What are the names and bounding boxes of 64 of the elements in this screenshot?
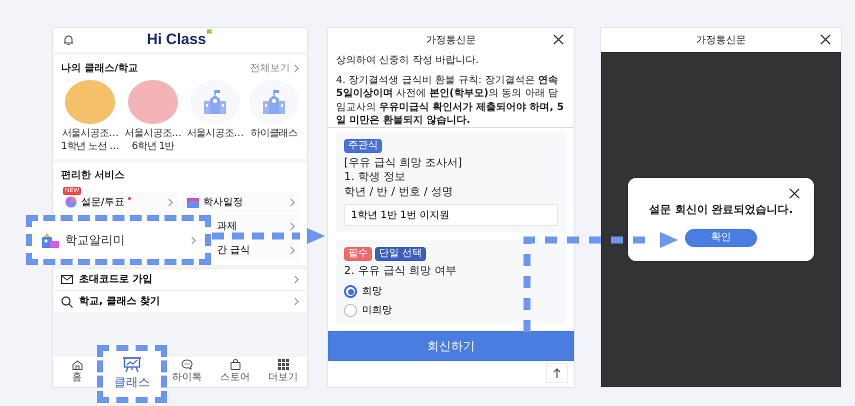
section-title: 편리한 서비스 xyxy=(61,169,126,183)
menu-row[interactable]: 학교, 클래스 찾기 xyxy=(53,290,307,312)
chevron-icon xyxy=(168,198,173,206)
shopping-bag-icon xyxy=(230,359,240,370)
option-label: 미희망 xyxy=(362,304,392,318)
service-item[interactable]: 학사일정 xyxy=(183,191,299,213)
tab-bar-item[interactable]: 스토어 xyxy=(211,357,259,387)
chat-bubble-icon xyxy=(181,359,193,370)
illustration-placeholder xyxy=(128,80,178,124)
chevron-icon xyxy=(290,222,295,230)
tab-bar-item[interactable]: 더보기 xyxy=(259,357,307,387)
school-building-icon xyxy=(260,89,287,115)
class-name[interactable]: 하이클래스 xyxy=(250,128,298,140)
class-name[interactable]: 1학년 노선 … xyxy=(61,140,119,153)
chevron-icon xyxy=(290,246,295,254)
service-item[interactable]: 간 급식 xyxy=(213,239,299,261)
chevron-icon xyxy=(294,275,299,284)
radio-button[interactable] xyxy=(344,285,357,298)
notice-text: 4. 장기결석생 급식비 환불 규칙: 장기결석은 연속 5일이상이며 사전에 본인(학부모)의 동의 아래 담임교사의 우유미급식 확인서가 제출되어야 하며, 5일 미만은 환불되지 않습니다. xyxy=(336,74,565,128)
tag: 단일 선택 xyxy=(375,246,426,261)
home-icon xyxy=(72,360,82,370)
radio-button[interactable] xyxy=(344,304,357,318)
close-icon[interactable] xyxy=(789,188,800,200)
school-building-icon xyxy=(202,89,228,115)
chevron-icon xyxy=(294,297,299,306)
chevron-icon xyxy=(191,236,196,244)
chevron-icon xyxy=(294,64,299,73)
grid-icon xyxy=(278,359,288,370)
section-title: 나의 클래스/학교 xyxy=(61,62,138,76)
class-name[interactable]: 서울시공조… xyxy=(124,128,182,140)
up-arrow-icon xyxy=(553,368,561,378)
presentation-board-icon xyxy=(122,357,142,373)
notice-text: 상의하여 신중히 작성 바랍니다. xyxy=(336,54,480,68)
screen-title: 가정통신문 xyxy=(696,34,746,48)
class-name[interactable]: 서울시공조… xyxy=(61,128,119,140)
view-all-link[interactable]: 전체보기 xyxy=(250,61,299,76)
question-title: [우유 급식 희망 조사서] xyxy=(344,156,464,170)
answer-field[interactable]: 1학년 1반 1번 이지원 xyxy=(344,204,558,226)
confirm-button[interactable]: 확인 xyxy=(685,228,757,247)
question-title: 1. 학생 정보 xyxy=(344,170,406,185)
class-name[interactable]: 6학년 1반 xyxy=(124,140,182,153)
scroll-top-button[interactable] xyxy=(546,363,568,383)
app-logo: Hi Class xyxy=(146,30,206,50)
illustration-placeholder xyxy=(64,80,115,124)
option-label: 희망 xyxy=(362,285,382,300)
mail-icon xyxy=(61,275,73,284)
close-icon[interactable] xyxy=(820,34,831,45)
dialog-message: 설문 회신이 완료되었습니다. xyxy=(648,202,794,218)
calendar-icon xyxy=(187,196,199,208)
school-notice-icon xyxy=(41,232,59,248)
bell-icon[interactable] xyxy=(63,34,74,46)
menu-row[interactable]: 초대코드로 가입 xyxy=(53,268,307,290)
close-icon[interactable] xyxy=(553,34,564,45)
question-title: 2. 우유 급식 희망 여부 xyxy=(344,264,458,278)
chevron-icon xyxy=(290,198,295,206)
question-title: 학년 / 반 / 번호 / 성명 xyxy=(344,184,454,199)
submit-button[interactable]: 회신하기 xyxy=(328,331,574,361)
class-name[interactable]: 서울시공조… xyxy=(186,128,244,140)
tab-bar-item[interactable]: 클래스 xyxy=(97,345,167,403)
tag: 필수 xyxy=(344,246,372,261)
pie-chart-icon xyxy=(65,196,77,208)
search-icon xyxy=(61,296,73,308)
screen-title: 가정통신문 xyxy=(426,34,476,48)
tag: 주관식 xyxy=(344,139,382,153)
